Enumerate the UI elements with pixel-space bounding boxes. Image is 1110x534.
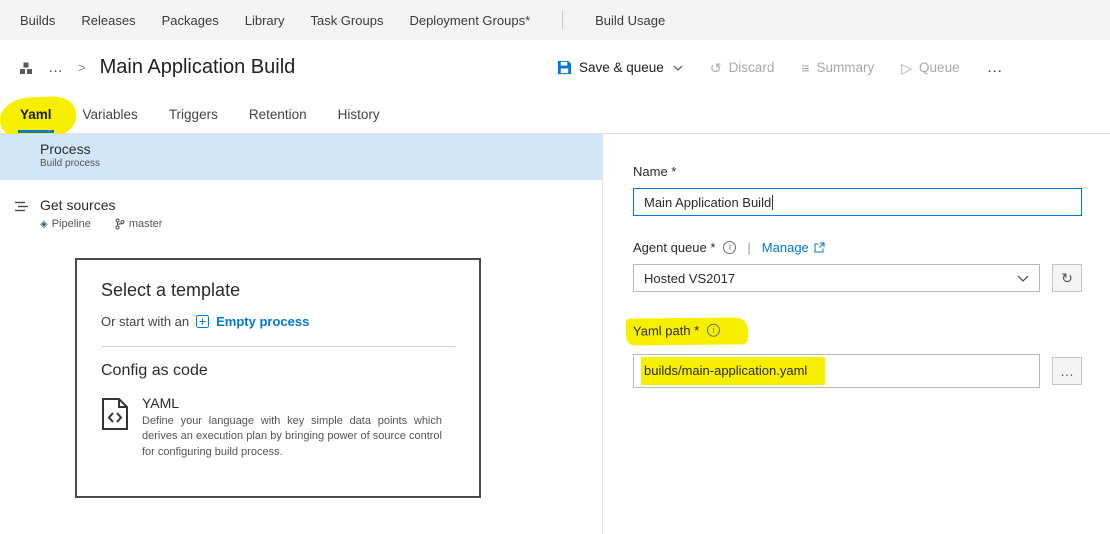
- refresh-icon: ↻: [1061, 270, 1073, 287]
- tab-history[interactable]: History: [336, 95, 382, 133]
- config-as-code-heading: Config as code: [101, 362, 455, 380]
- chevron-down-icon: [1017, 275, 1029, 282]
- yaml-template-card[interactable]: YAML Define your language with key simpl…: [101, 395, 455, 460]
- tab-bar: Yaml Variables Triggers Retention Histor…: [0, 95, 1110, 134]
- nav-packages[interactable]: Packages: [162, 13, 219, 28]
- save-queue-button[interactable]: Save & queue: [557, 60, 683, 75]
- empty-process-row: Or start with an Empty process: [101, 314, 455, 329]
- save-queue-label: Save & queue: [579, 60, 664, 75]
- tab-variables[interactable]: Variables: [81, 95, 140, 133]
- nav-deployment-groups[interactable]: Deployment Groups*: [409, 13, 530, 28]
- text-cursor: [772, 195, 773, 210]
- main-content: Process Build process Get sources ◈ Pipe…: [0, 134, 1110, 534]
- tab-history-label: History: [338, 107, 380, 122]
- process-title: Process: [40, 141, 602, 157]
- highlighter-mark-yaml-path-label: Yaml path * i: [626, 317, 749, 345]
- pipeline-icon: ◈: [40, 219, 48, 230]
- source-pipeline-label: Pipeline: [52, 218, 91, 230]
- process-item[interactable]: Process Build process: [0, 134, 602, 180]
- manage-link[interactable]: Manage: [762, 240, 825, 255]
- manage-link-label: Manage: [762, 240, 809, 255]
- page-title: Main Application Build: [100, 56, 296, 79]
- tab-triggers[interactable]: Triggers: [167, 95, 220, 133]
- template-divider: [101, 346, 455, 347]
- source-pipeline: ◈ Pipeline: [40, 218, 91, 230]
- discard-button[interactable]: ↺ Discard: [710, 60, 775, 75]
- agent-queue-row: Hosted VS2017 ↻: [633, 264, 1082, 292]
- yaml-path-value: builds/main-application.yaml: [641, 357, 825, 385]
- get-sources-item[interactable]: Get sources ◈ Pipeline master: [14, 197, 602, 230]
- breadcrumb-ellipsis[interactable]: …: [48, 59, 64, 76]
- yaml-card-description: Define your language with key simple dat…: [142, 414, 442, 460]
- save-icon: [557, 60, 572, 75]
- queue-label: Queue: [919, 60, 960, 75]
- nav-task-groups[interactable]: Task Groups: [310, 13, 383, 28]
- source-branch-label: master: [129, 218, 163, 230]
- tab-yaml-label: Yaml: [20, 107, 52, 122]
- agent-queue-label: Agent queue *: [633, 240, 715, 255]
- build-definition-icon: [18, 60, 34, 76]
- nav-releases[interactable]: Releases: [81, 13, 135, 28]
- yaml-path-row: builds/main-application.yaml …: [633, 354, 1082, 388]
- agent-queue-label-row: Agent queue * i | Manage: [633, 240, 1082, 255]
- breadcrumb-chevron-icon: >: [78, 60, 86, 75]
- yaml-card-title: YAML: [142, 395, 442, 411]
- browse-button[interactable]: …: [1052, 357, 1082, 385]
- source-branch: master: [115, 218, 163, 230]
- name-label: Name *: [633, 164, 676, 179]
- info-icon[interactable]: i: [707, 324, 720, 337]
- template-intro-text: Or start with an: [101, 314, 189, 329]
- agent-queue-dropdown[interactable]: Hosted VS2017: [633, 264, 1040, 292]
- queue-button[interactable]: ▷ Queue: [901, 60, 959, 75]
- play-icon: ▷: [901, 61, 912, 75]
- chevron-down-icon: [673, 65, 683, 71]
- build-definition-editor: Builds Releases Packages Library Task Gr…: [0, 0, 1110, 534]
- tab-triggers-label: Triggers: [169, 107, 218, 122]
- properties-panel: Name * Main Application Build Agent queu…: [602, 134, 1110, 534]
- definition-header: … > Main Application Build Save & queue …: [0, 40, 1110, 95]
- top-navigation: Builds Releases Packages Library Task Gr…: [0, 0, 1110, 40]
- discard-label: Discard: [729, 60, 775, 75]
- refresh-button[interactable]: ↻: [1052, 264, 1082, 292]
- agent-queue-value: Hosted VS2017: [644, 271, 735, 286]
- process-subtitle: Build process: [40, 158, 602, 169]
- external-link-icon: [814, 242, 825, 253]
- yaml-file-icon: [101, 397, 129, 460]
- ellipsis-icon: …: [987, 59, 1004, 77]
- name-input-value: Main Application Build: [644, 195, 771, 210]
- empty-process-link[interactable]: Empty process: [216, 314, 309, 329]
- tab-retention-label: Retention: [249, 107, 307, 122]
- more-actions-button[interactable]: …: [987, 59, 1004, 77]
- info-icon[interactable]: i: [723, 241, 736, 254]
- name-input[interactable]: Main Application Build: [633, 188, 1082, 216]
- command-bar: Save & queue ↺ Discard ≡ Summary ▷ Queue…: [557, 40, 1004, 95]
- yaml-path-input[interactable]: builds/main-application.yaml: [633, 354, 1040, 388]
- get-sources-meta: ◈ Pipeline master: [40, 218, 162, 230]
- nav-builds[interactable]: Builds: [20, 13, 55, 28]
- label-separator: |: [747, 240, 750, 255]
- template-panel-title: Select a template: [101, 280, 455, 301]
- get-sources-title: Get sources: [40, 197, 162, 213]
- yaml-path-label-row: Yaml path * i: [633, 318, 1082, 345]
- breadcrumb: … > Main Application Build: [18, 40, 295, 95]
- summary-label: Summary: [817, 60, 875, 75]
- empty-process-icon: [196, 315, 209, 328]
- tab-yaml[interactable]: Yaml: [18, 95, 54, 133]
- undo-icon: ↺: [710, 61, 722, 75]
- pipeline-outline-panel: Process Build process Get sources ◈ Pipe…: [0, 134, 602, 534]
- nav-divider: [562, 11, 563, 29]
- summary-button[interactable]: ≡ Summary: [801, 60, 874, 75]
- nav-library[interactable]: Library: [245, 13, 285, 28]
- template-selector-panel: Select a template Or start with an Empty…: [75, 258, 481, 498]
- branch-icon: [115, 218, 125, 230]
- nav-build-usage[interactable]: Build Usage: [595, 13, 665, 28]
- tab-retention[interactable]: Retention: [247, 95, 309, 133]
- tab-variables-label: Variables: [83, 107, 138, 122]
- get-sources-icon: [14, 200, 31, 230]
- summary-icon: ≡: [801, 61, 809, 75]
- yaml-path-label: Yaml path *: [633, 323, 699, 339]
